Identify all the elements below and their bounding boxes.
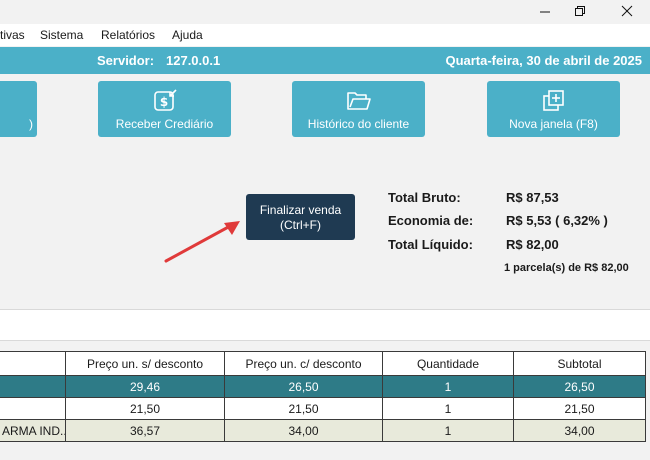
folder-icon — [346, 88, 372, 117]
finalizar-venda-button[interactable]: Finalizar venda (Ctrl+F) — [246, 194, 355, 240]
items-table: Preço un. s/ desconto Preço un. c/ desco… — [0, 351, 646, 442]
table-row[interactable]: 21,50 21,50 1 21,50 — [0, 397, 646, 420]
close-icon — [621, 5, 633, 17]
cell-preco-sem-desconto: 36,57 — [65, 419, 225, 442]
menu-item-sistema[interactable]: Sistema — [40, 28, 83, 42]
finalizar-venda-label: Finalizar venda — [259, 203, 342, 217]
menu-bar: tivas Sistema Relatórios Ajuda — [0, 24, 650, 46]
historico-cliente-label: Histórico do cliente — [307, 117, 410, 131]
table-header-row: Preço un. s/ desconto Preço un. c/ desco… — [0, 351, 646, 376]
menu-item-relatorios[interactable]: Relatórios — [101, 28, 155, 42]
cell-quantidade: 1 — [382, 397, 514, 420]
close-button[interactable] — [607, 0, 647, 22]
cell-subtotal: 26,50 — [513, 375, 646, 398]
product-input-area[interactable] — [0, 309, 650, 341]
cell-subtotal: 21,50 — [513, 397, 646, 420]
new-window-icon — [541, 88, 567, 117]
receive-money-icon: $ — [152, 88, 178, 117]
cell-product: ARMA IND... — [0, 419, 66, 442]
nova-janela-button[interactable]: Nova janela (F8) — [487, 81, 620, 137]
cell-preco-com-desconto: 21,50 — [224, 397, 383, 420]
server-label: Servidor: — [97, 53, 155, 68]
svg-text:$: $ — [159, 95, 167, 109]
server-value: 127.0.0.1 — [166, 53, 221, 68]
annotation-arrow — [164, 221, 240, 263]
cell-product — [0, 397, 66, 420]
historico-cliente-button[interactable]: Histórico do cliente — [292, 81, 425, 137]
table-row[interactable]: 29,46 26,50 1 26,50 — [0, 375, 646, 398]
total-bruto-label: Total Bruto: — [388, 190, 461, 205]
menu-item-tivas[interactable]: tivas — [0, 28, 25, 42]
total-liquido-label: Total Líquido: — [388, 237, 473, 252]
column-header-preco-com-desconto[interactable]: Preço un. c/ desconto — [224, 351, 383, 376]
table-row[interactable]: ARMA IND... 36,57 34,00 1 34,00 — [0, 419, 646, 442]
column-header-product[interactable] — [0, 351, 66, 376]
nova-janela-label: Nova janela (F8) — [509, 117, 598, 131]
finalizar-venda-shortcut: (Ctrl+F) — [280, 218, 321, 232]
cell-preco-com-desconto: 34,00 — [224, 419, 383, 442]
status-bar: Servidor: 127.0.0.1 Quarta-feira, 30 de … — [0, 47, 650, 74]
cell-preco-com-desconto: 26,50 — [224, 375, 383, 398]
minimize-button[interactable] — [525, 0, 565, 22]
column-header-preco-sem-desconto[interactable]: Preço un. s/ desconto — [65, 351, 225, 376]
cell-subtotal: 34,00 — [513, 419, 646, 442]
cell-preco-sem-desconto: 21,50 — [65, 397, 225, 420]
total-bruto-value: R$ 87,53 — [506, 190, 559, 205]
receber-crediario-button[interactable]: $ Receber Crediário — [98, 81, 231, 137]
cell-preco-sem-desconto: 29,46 — [65, 375, 225, 398]
total-liquido-value: R$ 82,00 — [506, 237, 559, 252]
restore-icon — [575, 6, 585, 16]
cell-quantidade: 1 — [382, 375, 514, 398]
column-header-quantidade[interactable]: Quantidade — [382, 351, 514, 376]
partial-toolbar-button[interactable]: ) — [0, 81, 37, 137]
economia-label: Economia de: — [388, 213, 474, 228]
cell-quantidade: 1 — [382, 419, 514, 442]
partial-toolbar-label: ) — [29, 117, 33, 131]
maximize-button[interactable] — [560, 0, 600, 22]
menu-item-ajuda[interactable]: Ajuda — [172, 28, 203, 42]
title-bar — [0, 0, 650, 22]
economia-value: R$ 5,53 ( 6,32% ) — [506, 213, 608, 228]
installments-info: 1 parcela(s) de R$ 82,00 — [504, 262, 629, 274]
date-label: Quarta-feira, 30 de abril de 2025 — [445, 53, 642, 68]
cell-product — [0, 375, 66, 398]
minimize-icon — [540, 11, 550, 13]
column-header-subtotal[interactable]: Subtotal — [513, 351, 646, 376]
receber-crediario-label: Receber Crediário — [115, 117, 214, 131]
